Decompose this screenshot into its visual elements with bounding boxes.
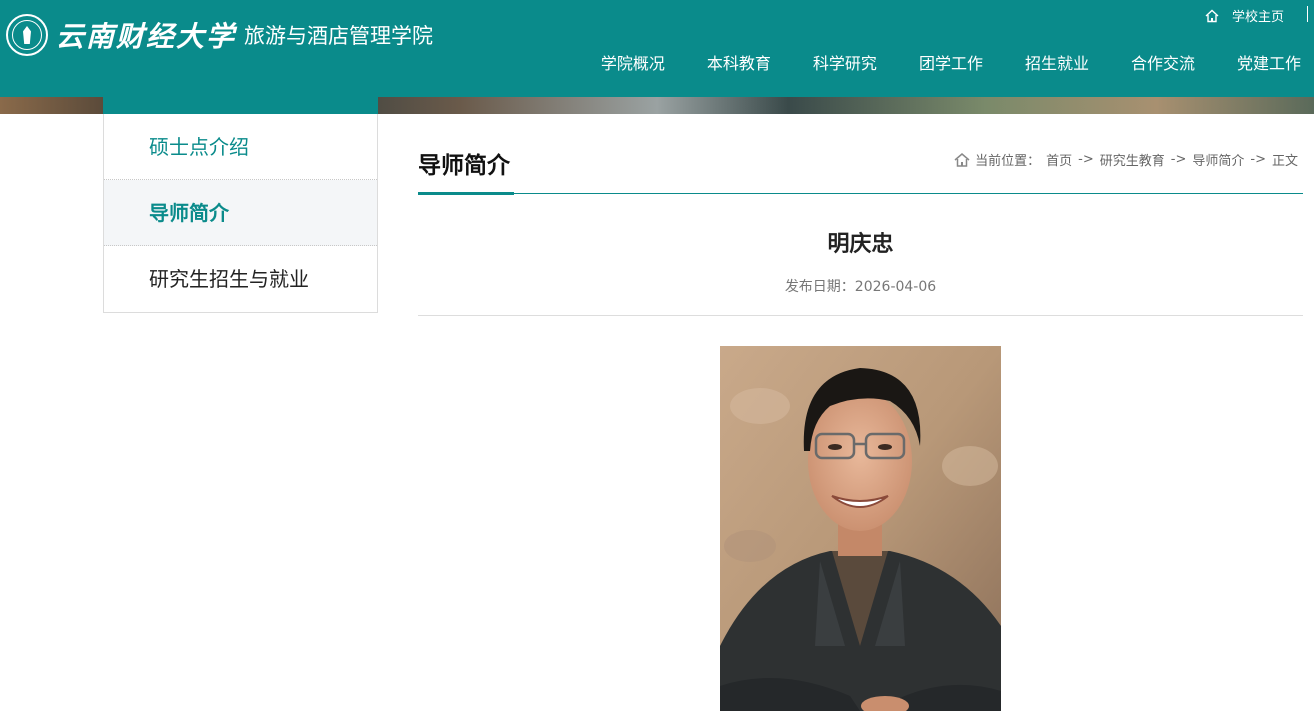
breadcrumb-separator: -> xyxy=(1170,152,1187,167)
nav-item-party[interactable]: 党建工作 xyxy=(1237,50,1301,74)
nav-item-cooperation[interactable]: 合作交流 xyxy=(1131,50,1195,74)
site-header: 云南财经大学 旅游与酒店管理学院 学校主页 学院概况 本科教育 科学研究 团学工… xyxy=(0,0,1314,97)
sidebar: 硕士点介绍 导师简介 研究生招生与就业 xyxy=(103,114,378,313)
nav-item-admissions[interactable]: 招生就业 xyxy=(1025,50,1089,74)
nav-item-about[interactable]: 学院概况 xyxy=(601,50,665,74)
breadcrumb: 当前位置： 首页 -> 研究生教育 -> 导师简介 -> 正文 xyxy=(953,150,1298,169)
school-home-label: 学校主页 xyxy=(1231,10,1284,25)
sidebar-item-masters-intro[interactable]: 硕士点介绍 xyxy=(104,114,377,180)
nav-item-student-affairs[interactable]: 团学工作 xyxy=(919,50,983,74)
breadcrumb-current: 正文 xyxy=(1271,154,1298,169)
portrait-photo xyxy=(720,346,1001,711)
article-divider xyxy=(418,315,1303,316)
home-icon xyxy=(1205,9,1219,22)
sidebar-item-supervisors[interactable]: 导师简介 xyxy=(104,180,377,246)
content-header: 导师简介 当前位置： 首页 -> 研究生教育 -> 导师简介 -> 正文 xyxy=(418,114,1303,195)
breadcrumb-separator: -> xyxy=(1078,152,1094,167)
breadcrumb-separator: -> xyxy=(1250,152,1266,167)
breadcrumb-home[interactable]: 首页 xyxy=(1046,150,1072,169)
main-content: 导师简介 当前位置： 首页 -> 研究生教育 -> 导师简介 -> 正文 明庆忠… xyxy=(418,114,1303,711)
sidebar-header-bar xyxy=(103,97,378,114)
site-logo[interactable]: 云南财经大学 旅游与酒店管理学院 xyxy=(6,14,433,56)
school-home-link[interactable]: 学校主页 xyxy=(1204,6,1284,25)
publish-date: 发布日期：2026-04-06 xyxy=(784,279,937,295)
header-divider xyxy=(1307,6,1308,22)
nav-item-undergraduate[interactable]: 本科教育 xyxy=(707,50,771,74)
home-icon xyxy=(954,152,970,167)
breadcrumb-supervisors[interactable]: 导师简介 xyxy=(1192,150,1244,169)
breadcrumb-grad-education[interactable]: 研究生教育 xyxy=(1100,150,1165,169)
section-title: 导师简介 xyxy=(418,153,510,179)
nav-item-research[interactable]: 科学研究 xyxy=(813,50,877,74)
breadcrumb-prefix: 当前位置： xyxy=(975,154,1041,169)
sidebar-item-grad-admissions[interactable]: 研究生招生与就业 xyxy=(104,246,377,312)
college-name: 旅游与酒店管理学院 xyxy=(244,24,434,48)
title-underline xyxy=(418,192,514,195)
main-nav: 学院概况 本科教育 科学研究 团学工作 招生就业 合作交流 党建工作 xyxy=(559,50,1301,74)
university-emblem-icon xyxy=(6,14,48,56)
article-title: 明庆忠 xyxy=(827,232,894,257)
university-name: 云南财经大学 xyxy=(56,20,237,53)
portrait-image xyxy=(720,346,1001,711)
